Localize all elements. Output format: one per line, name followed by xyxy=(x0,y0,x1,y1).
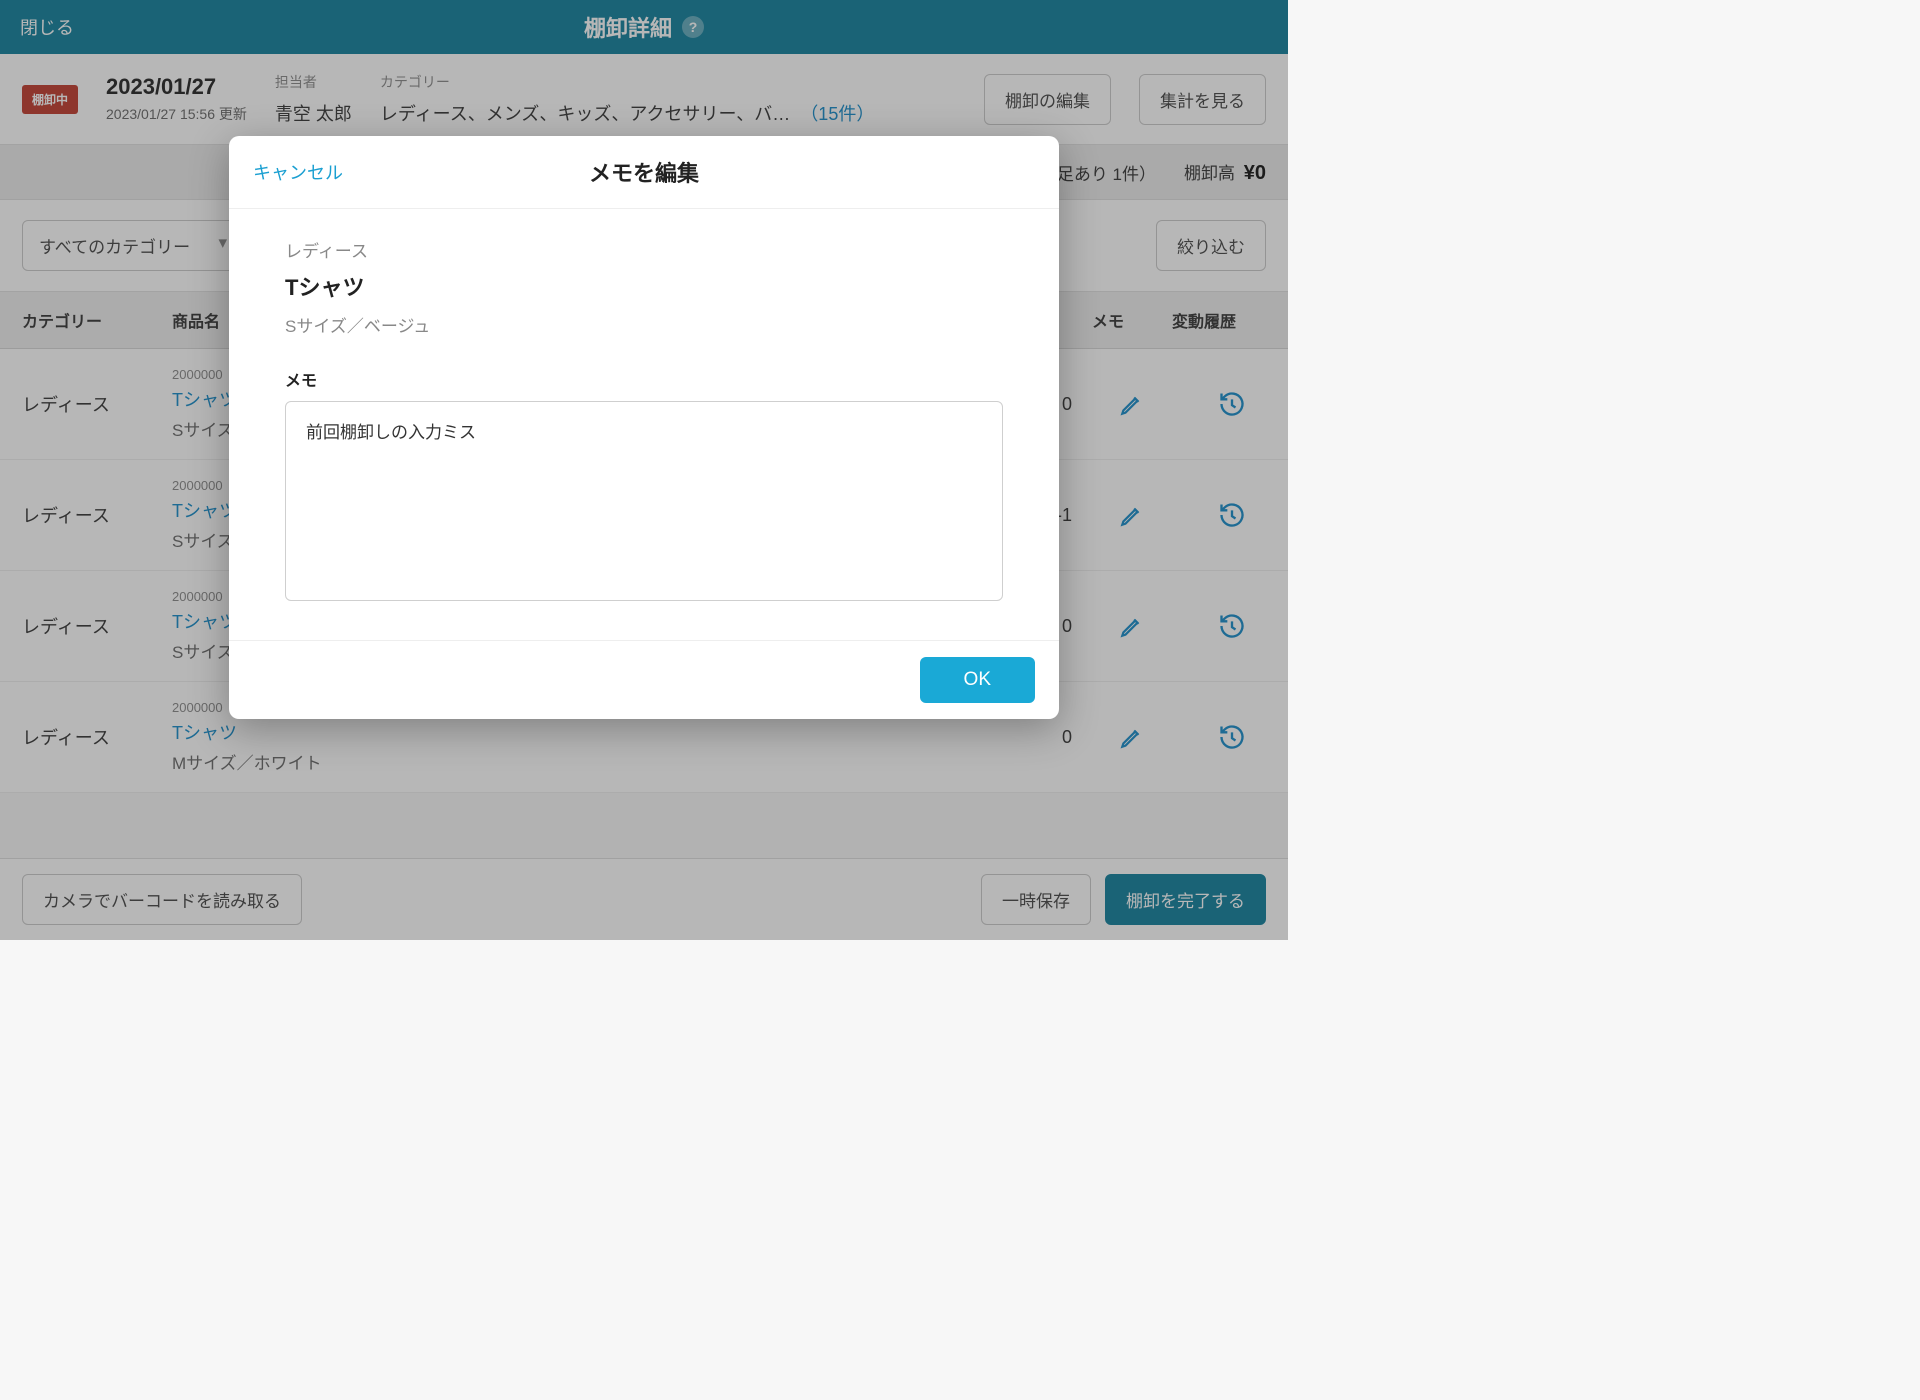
modal-memo-label: メモ xyxy=(285,367,1003,391)
memo-edit-modal: キャンセル メモを編集 レディース Tシャツ Sサイズ／ベージュ メモ OK xyxy=(229,136,1059,719)
modal-overlay[interactable]: キャンセル メモを編集 レディース Tシャツ Sサイズ／ベージュ メモ OK xyxy=(0,0,1288,940)
modal-variant: Sサイズ／ベージュ xyxy=(285,312,1003,337)
modal-title: メモを編集 xyxy=(589,156,699,188)
modal-category: レディース xyxy=(285,237,1003,262)
modal-ok-button[interactable]: OK xyxy=(920,657,1035,703)
modal-cancel-button[interactable]: キャンセル xyxy=(253,159,343,185)
modal-product-name: Tシャツ xyxy=(285,270,1003,302)
memo-textarea[interactable] xyxy=(285,401,1003,601)
